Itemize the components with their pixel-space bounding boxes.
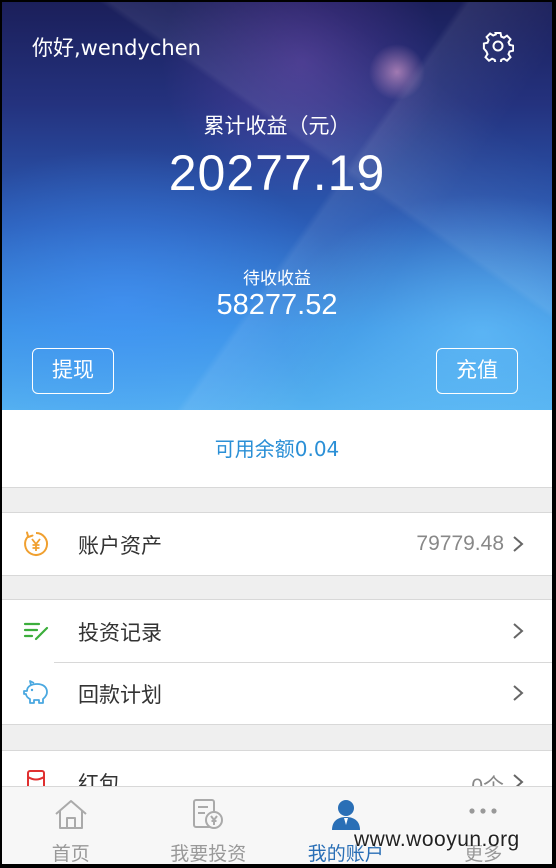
account-assets-row[interactable]: 账户资产 79779.48 bbox=[2, 513, 552, 575]
investment-records-row[interactable]: 投资记录 bbox=[2, 600, 552, 662]
repayment-plan-label: 回款计划 bbox=[78, 683, 162, 707]
piggy-bank-icon bbox=[23, 680, 48, 704]
withdraw-button[interactable]: 提现 bbox=[32, 348, 114, 394]
earnings-header: 你好,wendychen 累计收益（元） 20277.19 待收收益 58277… bbox=[2, 2, 552, 410]
yuan-coin-icon bbox=[24, 531, 49, 556]
more-icon bbox=[469, 808, 497, 814]
watermark-text: www.wooyun.org bbox=[354, 828, 520, 851]
tab-my-account[interactable]: 我的账户 bbox=[277, 787, 415, 864]
account-assets-group: 账户资产 79779.48 bbox=[2, 512, 552, 576]
pending-earnings-value: 58277.52 bbox=[216, 289, 338, 321]
home-icon bbox=[55, 800, 87, 829]
tab-home[interactable]: 首页 bbox=[2, 787, 140, 864]
cumulative-earnings-value: 20277.19 bbox=[168, 145, 386, 201]
bottom-tab-bar: 首页 我要投资 我的账户 更多 bbox=[2, 786, 552, 864]
user-icon bbox=[331, 800, 360, 830]
invest-icon bbox=[193, 799, 224, 829]
greeting-text: 你好,wendychen bbox=[32, 36, 201, 60]
tab-more[interactable]: 更多 bbox=[415, 787, 553, 864]
gear-icon[interactable] bbox=[482, 30, 514, 62]
account-assets-value: 79779.48 bbox=[416, 532, 504, 555]
available-balance: 可用余额0.04 bbox=[2, 410, 552, 488]
chevron-right-icon bbox=[513, 536, 524, 552]
tab-invest-label: 我要投资 bbox=[170, 843, 247, 864]
tab-invest[interactable]: 我要投资 bbox=[140, 787, 278, 864]
recharge-button[interactable]: 充值 bbox=[436, 348, 518, 394]
pending-earnings-label: 待收收益 bbox=[243, 269, 311, 289]
chevron-right-icon bbox=[513, 623, 524, 639]
account-screen: 你好,wendychen 累计收益（元） 20277.19 待收收益 58277… bbox=[2, 2, 552, 864]
investment-records-label: 投资记录 bbox=[78, 621, 162, 645]
tab-home-label: 首页 bbox=[51, 843, 90, 864]
chevron-right-icon bbox=[513, 685, 524, 701]
list-edit-icon bbox=[23, 622, 49, 641]
cumulative-earnings-label: 累计收益（元） bbox=[203, 114, 351, 138]
repayment-plan-row[interactable]: 回款计划 bbox=[2, 662, 552, 724]
records-group: 投资记录 回款计划 bbox=[2, 599, 552, 725]
account-assets-label: 账户资产 bbox=[78, 534, 162, 558]
